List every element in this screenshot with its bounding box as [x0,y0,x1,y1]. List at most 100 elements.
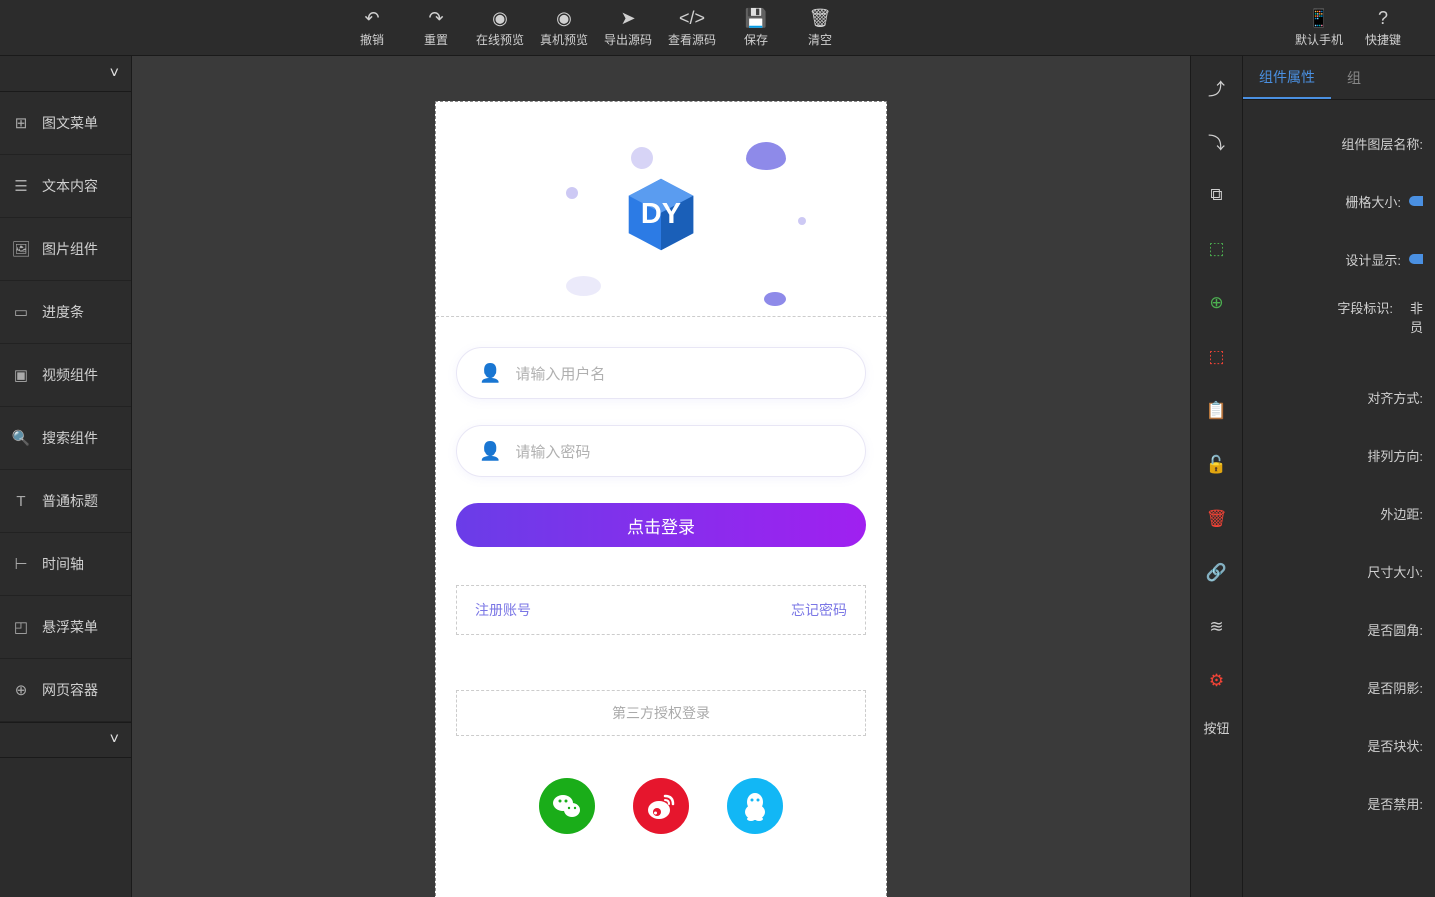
prop-block[interactable]: 是否块状 [1255,716,1423,774]
login-button[interactable]: 点击登录 [456,503,866,547]
save-icon: 💾 [745,7,767,29]
weibo-login-button[interactable] [633,778,689,834]
component-icon: ⊢ [12,555,30,573]
copy-button[interactable]: ⧉ [1200,178,1234,212]
export-icon: ➤ [620,7,635,29]
default-phone-button[interactable]: 📱 默认手机 [1287,0,1351,56]
move-down-button[interactable]: ⤵ [1200,124,1234,158]
component-icon: T [12,492,30,510]
prop-label: 字段标识 [1255,298,1393,317]
prop-shadow[interactable]: 是否阴影 [1255,658,1423,716]
move-up-button[interactable]: ⤴ [1200,70,1234,104]
online-preview-button[interactable]: ◉ 在线预览 [468,0,532,56]
clear-button[interactable]: 🗑 清空 [788,0,852,56]
copy-icon: ⧉ [1210,185,1222,205]
component-item[interactable]: ⊢时间轴 [0,533,131,596]
component-label: 图文菜单 [42,113,98,133]
svg-text:DY: DY [641,198,681,230]
username-placeholder: 请输入用户名 [515,363,605,384]
device-preview-label: 真机预览 [540,31,588,48]
prop-disabled[interactable]: 是否禁用 [1255,774,1423,832]
wechat-login-button[interactable] [539,778,595,834]
prop-design-display[interactable]: 设计显示 [1255,230,1423,288]
wechat-icon [551,790,583,822]
canvas-area[interactable]: DY 👤 请输入用户名 👤 请输入密码 点击登录 注册账号 忘记密码 第三方授权… [132,56,1190,897]
chevron-down-icon: ˅ [110,65,119,83]
undo-button[interactable]: ↶ 撤销 [340,0,404,56]
logo-section[interactable]: DY [436,102,886,317]
chevron-down-icon: ˅ [110,731,119,749]
top-toolbar: ↶ 撤销 ↷ 重置 ◉ 在线预览 ◉ 真机预览 ➤ 导出源码 </> 查看源码 … [0,0,1435,56]
component-item[interactable]: T 普通标题 [0,470,131,533]
add-page-button[interactable]: ⊕ [1200,286,1234,320]
prop-margin[interactable]: 外边距 [1255,484,1423,542]
decor-blob [566,187,578,199]
prop-rounded[interactable]: 是否圆角 [1255,600,1423,658]
link-button[interactable]: 🔗 [1200,556,1234,590]
section-collapse-top[interactable]: ˅ [0,56,131,92]
component-item[interactable]: ◰悬浮菜单 [0,596,131,659]
prop-alignment[interactable]: 对齐方式 [1255,368,1423,426]
puzzle-right-button[interactable]: ⬚ [1200,340,1234,374]
component-icon: ⊞ [12,114,30,132]
register-link[interactable]: 注册账号 [475,600,531,620]
redo-icon: ↷ [428,7,443,29]
help-icon: ? [1378,7,1388,29]
prop-direction[interactable]: 排列方向 [1255,426,1423,484]
username-input[interactable]: 👤 请输入用户名 [456,347,866,399]
layers-button[interactable]: ≋ [1200,610,1234,644]
component-item[interactable]: ⊞ 图文菜单 [0,92,131,155]
component-item[interactable]: 🖼图片组件 [0,218,131,281]
properties-tabs: 组件属性 组 [1243,56,1435,100]
puzzle-left-button[interactable]: ⬚ [1200,232,1234,266]
online-preview-label: 在线预览 [476,31,524,48]
prop-layer-name[interactable]: 组件图层名称 [1255,114,1423,172]
shortcuts-button[interactable]: ? 快捷键 [1351,0,1415,56]
component-item[interactable]: 🔍搜索组件 [0,407,131,470]
password-input[interactable]: 👤 请输入密码 [456,425,866,477]
third-party-title: 第三方授权登录 [456,690,866,736]
properties-panel: 组件属性 组 组件图层名称 栅格大小 设计显示 字段标识 非 员 对齐方式 排列… [1243,56,1435,897]
prop-grid-size[interactable]: 栅格大小 [1255,172,1423,230]
component-label: 悬浮菜单 [42,617,98,637]
eye-icon: ◉ [556,7,572,29]
component-item[interactable]: ☰文本内容 [0,155,131,218]
clipboard-button[interactable]: 📋 [1200,394,1234,428]
device-preview-button[interactable]: ◉ 真机预览 [532,0,596,56]
shortcuts-label: 快捷键 [1365,31,1401,48]
component-item[interactable]: ▭进度条 [0,281,131,344]
component-sidebar: ˅ ⊞ 图文菜单 ☰文本内容🖼图片组件▭进度条▣视频组件🔍搜索组件 T 普通标题 ⊢时间轴… [0,56,132,897]
component-item[interactable]: ⊕网页容器 [0,659,131,722]
qq-login-button[interactable] [727,778,783,834]
prop-field-id[interactable]: 字段标识 非 员 [1255,288,1423,368]
weibo-icon [645,790,677,822]
view-source-button[interactable]: </> 查看源码 [660,0,724,56]
prop-label: 是否禁用 [1255,794,1423,813]
password-placeholder: 请输入密码 [515,441,590,462]
unlock-button[interactable]: 🔓 [1200,448,1234,482]
export-source-button[interactable]: ➤ 导出源码 [596,0,660,56]
component-item[interactable]: ▣视频组件 [0,344,131,407]
third-party-label: 第三方授权登录 [612,705,710,721]
decor-blob [566,276,601,296]
section-collapse-bottom[interactable]: ˅ [0,722,131,758]
component-icon: 🖼 [12,240,30,258]
reset-button[interactable]: ↷ 重置 [404,0,468,56]
prop-label: 排列方向 [1255,446,1423,465]
button-type-label[interactable]: 按钮 [1203,718,1229,737]
tab-component-props[interactable]: 组件属性 [1243,56,1331,99]
prop-label: 是否圆角 [1255,620,1423,639]
component-label: 普通标题 [42,491,98,511]
clipboard-icon: 📋 [1206,401,1227,421]
decor-blob [764,292,786,306]
settings-button[interactable]: ⚙ [1200,664,1234,698]
unlock-icon: 🔓 [1206,455,1227,475]
save-button[interactable]: 💾 保存 [724,0,788,56]
phone-preview[interactable]: DY 👤 请输入用户名 👤 请输入密码 点击登录 注册账号 忘记密码 第三方授权… [435,101,887,897]
tab-group[interactable]: 组 [1331,56,1377,99]
forgot-password-link[interactable]: 忘记密码 [791,600,847,620]
delete-button[interactable]: 🗑 [1200,502,1234,536]
trash-icon: 🗑 [1206,509,1228,529]
code-icon: </> [679,7,705,29]
prop-size[interactable]: 尺寸大小 [1255,542,1423,600]
